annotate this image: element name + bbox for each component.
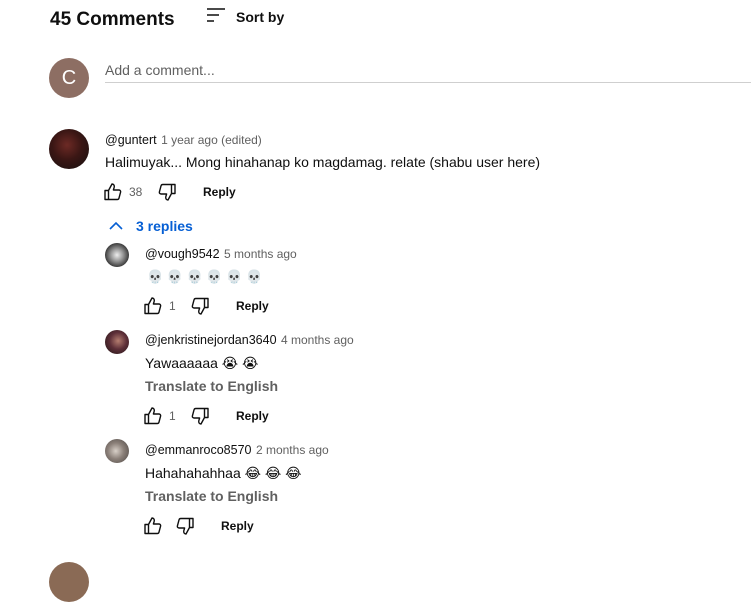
thumbs-up-icon (144, 517, 162, 535)
thumbs-up-icon (144, 297, 162, 315)
reply-text: Yawaaaaaa 😭 😭 (145, 355, 259, 371)
reply-time[interactable]: 5 months ago (224, 247, 297, 261)
like-count: 38 (129, 185, 143, 199)
reply-button[interactable]: Reply (221, 519, 254, 533)
like-button[interactable] (141, 514, 165, 538)
sort-icon (206, 7, 226, 28)
replies-toggle-button[interactable]: 3 replies (108, 216, 193, 236)
replies-toggle-label: 3 replies (136, 218, 193, 234)
like-button[interactable] (141, 294, 165, 318)
reply-header: @vough9542 5 months ago (145, 245, 297, 263)
like-button[interactable] (101, 180, 125, 204)
comment-author-avatar[interactable] (49, 129, 89, 169)
thumbs-down-icon (176, 517, 194, 535)
thumbs-down-icon (158, 183, 176, 201)
sort-by-label: Sort by (236, 9, 285, 25)
reply-button[interactable]: Reply (236, 299, 269, 313)
thumbs-up-icon (144, 407, 162, 425)
comment-header: @guntert 1 year ago (edited) (105, 131, 262, 149)
reply-button[interactable]: Reply (203, 185, 236, 199)
dislike-button[interactable] (188, 404, 212, 428)
comment-text: Halimuyak... Mong hinahanap ko magdamag.… (105, 154, 541, 170)
reply-author[interactable]: @emmanroco8570 (145, 443, 252, 457)
like-button[interactable] (141, 404, 165, 428)
translate-button[interactable]: Translate to English (145, 488, 278, 504)
chevron-up-icon (109, 221, 123, 230)
reply-author-avatar[interactable] (105, 243, 129, 267)
reply-header: @jenkristinejordan3640 4 months ago (145, 331, 354, 349)
comment-time[interactable]: 1 year ago (edited) (161, 133, 262, 147)
reply-author[interactable]: @jenkristinejordan3640 (145, 333, 277, 347)
dislike-button[interactable] (173, 514, 197, 538)
thumbs-down-icon (191, 407, 209, 425)
avatar-letter: C (61, 66, 77, 89)
reply-author-avatar[interactable] (105, 330, 129, 354)
dislike-button[interactable] (155, 180, 179, 204)
reply-button[interactable]: Reply (236, 409, 269, 423)
comment-author[interactable]: @guntert (105, 133, 157, 147)
thumbs-down-icon (191, 297, 209, 315)
sort-by-button[interactable]: Sort by (206, 6, 284, 28)
reply-author[interactable]: @vough9542 (145, 247, 220, 261)
next-comment-avatar[interactable] (49, 562, 89, 602)
reply-author-avatar[interactable] (105, 439, 129, 463)
dislike-button[interactable] (188, 294, 212, 318)
translate-button[interactable]: Translate to English (145, 378, 278, 394)
reply-time[interactable]: 2 months ago (256, 443, 329, 457)
reply-text: 💀 💀 💀 💀 💀 💀 (147, 269, 263, 284)
comments-count-title: 45 Comments (50, 9, 175, 30)
reply-header: @emmanroco8570 2 months ago (145, 441, 329, 459)
reply-text: Hahahahahhaa 😂 😂 😂 (145, 465, 302, 481)
add-comment-input[interactable] (105, 58, 751, 83)
user-avatar: C (49, 58, 89, 98)
like-count: 1 (169, 299, 176, 313)
like-count: 1 (169, 409, 176, 423)
thumbs-up-icon (104, 183, 122, 201)
reply-time[interactable]: 4 months ago (281, 333, 354, 347)
